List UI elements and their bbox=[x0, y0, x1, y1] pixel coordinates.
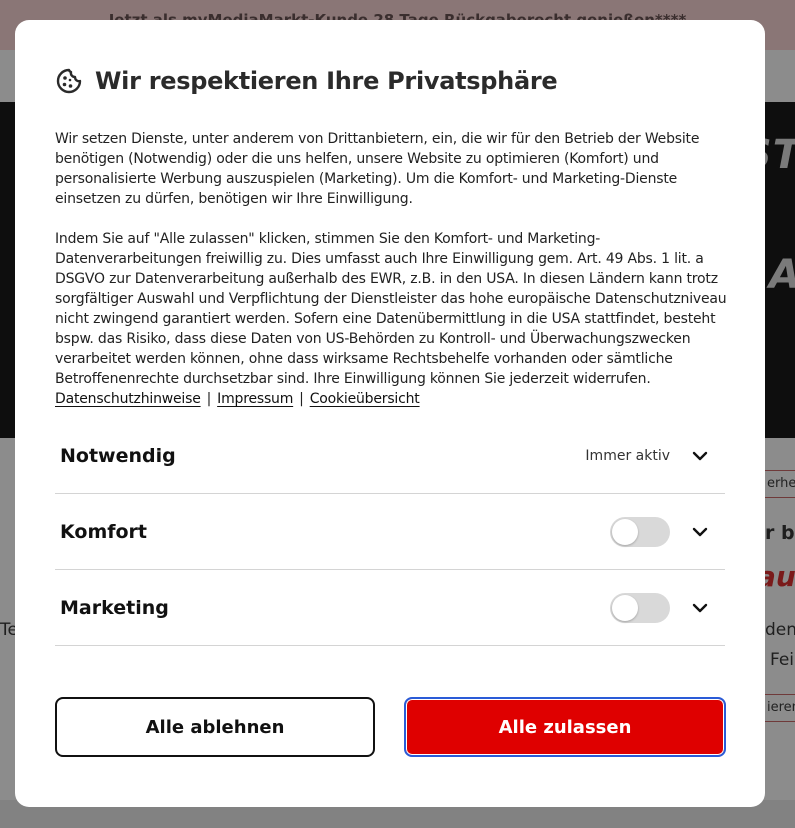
consent-paragraph-1: Wir setzen Dienste, unter anderem von Dr… bbox=[55, 131, 700, 207]
chevron-down-icon[interactable] bbox=[691, 523, 709, 541]
consent-paragraph-2: Indem Sie auf "Alle zulassen" klicken, s… bbox=[55, 231, 727, 387]
category-name: Komfort bbox=[60, 520, 148, 543]
background-pill-top: erheb bbox=[760, 470, 795, 498]
category-komfort[interactable]: Komfort bbox=[55, 494, 725, 570]
category-notwendig[interactable]: Notwendig Immer aktiv bbox=[55, 418, 725, 494]
dialog-title: Wir respektieren Ihre Privatsphäre bbox=[95, 67, 558, 95]
consent-categories: Notwendig Immer aktiv Komfort Marketing bbox=[55, 418, 725, 646]
chevron-down-icon[interactable] bbox=[691, 599, 709, 617]
accept-all-button[interactable]: Alle zulassen bbox=[404, 697, 726, 757]
toggle-knob bbox=[612, 594, 638, 621]
background-text-1: r bis bbox=[765, 522, 795, 544]
cookie-icon bbox=[55, 67, 83, 95]
always-active-label: Immer aktiv bbox=[585, 447, 670, 464]
legal-links: Datenschutzhinweise | Impressum | Cookieüber… bbox=[55, 389, 731, 409]
komfort-toggle[interactable] bbox=[610, 516, 670, 547]
link-separator: | bbox=[206, 391, 212, 407]
category-name: Marketing bbox=[60, 596, 169, 619]
background-text-3: den bbox=[765, 620, 795, 640]
privacy-link[interactable]: Datenschutzhinweise bbox=[55, 391, 201, 407]
background-text-4: Fei bbox=[770, 650, 795, 670]
category-name: Notwendig bbox=[60, 444, 176, 467]
cookie-overview-link[interactable]: Cookieübersicht bbox=[310, 391, 420, 407]
chevron-down-icon[interactable] bbox=[691, 447, 709, 465]
dialog-header: Wir respektieren Ihre Privatsphäre bbox=[55, 66, 558, 96]
link-separator: | bbox=[299, 391, 304, 407]
imprint-link[interactable]: Impressum bbox=[217, 391, 293, 407]
background-pill-bottom: ieren bbox=[760, 694, 795, 722]
marketing-toggle[interactable] bbox=[610, 592, 670, 623]
category-marketing[interactable]: Marketing bbox=[55, 570, 725, 646]
cookie-consent-dialog: Wir respektieren Ihre Privatsphäre Wir s… bbox=[15, 20, 765, 807]
consent-description: Wir setzen Dienste, unter anderem von Dr… bbox=[55, 129, 731, 409]
toggle-knob bbox=[612, 518, 638, 545]
reject-all-button[interactable]: Alle ablehnen bbox=[55, 697, 375, 757]
